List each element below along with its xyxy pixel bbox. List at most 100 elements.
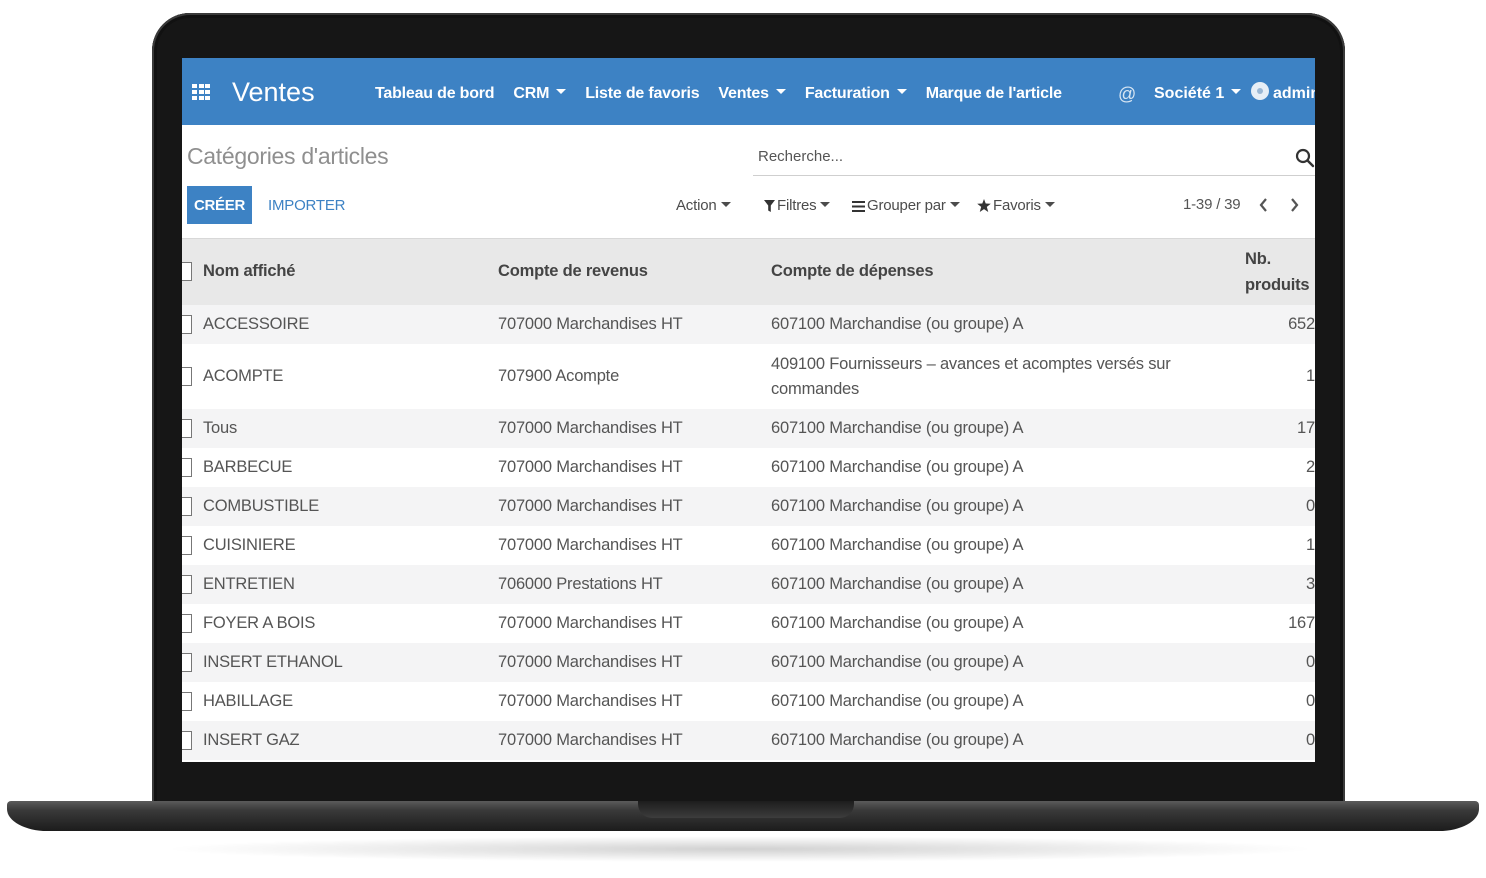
filters-label: Filtres [777,197,817,214]
cell-expense: 607100 Marchandise (ou groupe) A [771,574,1024,593]
nav-item-ventes[interactable]: Ventes [718,85,786,103]
row-select-cell [182,344,203,409]
row-select-cell [182,721,203,760]
cell-nb-products: 1 [1306,535,1315,554]
table-row[interactable]: HABILLAGE 707000 Marchandises HT 607100 Ma… [182,681,1315,721]
select-all-cell [182,239,203,305]
cell-expense: 409100 Fournisseurs – avances et acompte… [771,355,1171,398]
table-row[interactable]: BARBECUE 707000 Marchandises HT 607100 Mar… [182,447,1315,487]
nav-item-marque-de-l-article[interactable]: Marque de l'article [926,85,1062,103]
chevron-down-icon [1231,89,1242,95]
cell-expense: 607100 Marchandise (ou groupe) A [771,496,1024,515]
column-header-revenue[interactable]: Compte de revenus [498,239,771,305]
row-select-cell [182,565,203,604]
chevron-down-icon [949,201,960,207]
cell-nb-products: 17 [1297,418,1315,437]
page-title: Catégories d'articles [187,143,389,169]
main-menu: Tableau de bord CRM Liste de favoris Ventes… [375,85,1081,103]
row-checkbox[interactable] [182,691,192,711]
cell-expense: 607100 Marchandise (ou groupe) A [771,457,1024,476]
nb-products-label-line2: produits [1245,275,1310,294]
table-row[interactable]: INSERT ETHANOL 707000 Marchandises HT 6071… [182,642,1315,682]
user-menu[interactable]: admin [1273,85,1315,103]
table-row[interactable]: FOYER A BOIS 707000 Marchandises HT 607100… [182,603,1315,643]
row-checkbox[interactable] [182,496,192,516]
cell-nb-products: 3 [1306,574,1315,593]
cell-expense: 607100 Marchandise (ou groupe) A [771,613,1024,632]
company-switcher[interactable]: Société 1 [1154,85,1242,103]
nb-products-label-line1: Nb. [1245,249,1271,268]
table-row[interactable]: COMBUSTIBLE 707000 Marchandises HT 607100 … [182,486,1315,526]
row-checkbox[interactable] [182,613,192,633]
cell-nb-products: 1 [1306,366,1315,385]
at-icon[interactable]: @ [1118,84,1136,105]
cell-expense: 607100 Marchandise (ou groupe) A [771,652,1024,671]
column-header-name[interactable]: Nom affiché [203,239,498,305]
chevron-left-icon[interactable] [1256,196,1272,214]
cell-name: ACOMPTE [203,366,284,385]
row-checkbox[interactable] [182,457,192,477]
cell-revenue: 707900 Acompte [498,366,620,385]
table-header-row: Nom affiché Compte de revenus Compte de … [182,238,1315,305]
row-checkbox[interactable] [182,730,192,750]
row-checkbox[interactable] [182,574,192,594]
row-select-cell [182,409,203,448]
list-icon [852,201,865,212]
group-by-dropdown[interactable]: Grouper par [852,197,960,214]
table-row[interactable]: CUISINIERE 707000 Marchandises HT 607100 M… [182,525,1315,565]
cell-name: INSERT ETHANOL [203,652,343,671]
star-icon [977,199,991,212]
app-title[interactable]: Ventes [232,77,315,108]
table-row[interactable]: Tous 707000 Marchandises HT 607100 Marchan… [182,408,1315,448]
import-button[interactable]: IMPORTER [268,197,345,214]
apps-grid-icon[interactable] [192,84,210,100]
cell-nb-products: 0 [1306,652,1315,671]
select-all-checkbox[interactable] [182,262,192,282]
cell-expense: 607100 Marchandise (ou groupe) A [771,418,1024,437]
pager-value[interactable]: 1-39 / 39 [1183,196,1241,213]
group-by-label: Grouper par [867,197,946,214]
table-row[interactable]: INSERT GAZ 707000 Marchandises HT 607100 M… [182,720,1315,760]
search-icon[interactable] [1295,148,1315,168]
cell-name: ENTRETIEN [203,574,295,593]
nav-item-label: Marque de l'article [925,85,1062,102]
row-select-cell [182,682,203,721]
table-row[interactable]: ACCESSOIRE 707000 Marchandises HT 607100 M… [182,304,1315,344]
table-row[interactable]: ENTRETIEN 706000 Prestations HT 607100 Mar… [182,564,1315,604]
filters-dropdown[interactable]: Filtres [764,197,831,214]
search-input[interactable] [758,148,1278,165]
cell-revenue: 707000 Marchandises HT [498,613,683,632]
row-select-cell [182,526,203,565]
cell-name: FOYER A BOIS [203,613,316,632]
row-select-cell [182,305,203,344]
row-checkbox[interactable] [182,652,192,672]
nav-item-crm[interactable]: CRM [513,85,567,103]
cell-revenue: 707000 Marchandises HT [498,652,683,671]
favorites-label: Favoris [993,197,1041,214]
create-button[interactable]: CRÉER [187,186,252,224]
nav-item-liste-de-favoris[interactable]: Liste de favoris [585,85,699,103]
column-header-nb-products[interactable]: Nb. produits [1201,239,1315,305]
nav-item-label: Liste de favoris [585,85,700,102]
search-bar [753,143,1315,176]
favorites-dropdown[interactable]: Favoris [977,197,1055,214]
app-screen: Ventes Tableau de bord CRM Liste de favori… [182,58,1315,762]
nav-item-label: Facturation [804,85,890,102]
cell-revenue: 707000 Marchandises HT [498,691,683,710]
cell-name: CUISINIERE [203,535,296,554]
table-row[interactable]: ACOMPTE 707900 Acompte 409100 Fournisseurs… [182,343,1315,409]
action-dropdown[interactable]: Action [676,197,731,214]
nav-item-facturation[interactable]: Facturation [805,85,907,103]
nav-item-label: Tableau de bord [375,85,495,102]
column-header-expense[interactable]: Compte de dépenses [771,239,1201,305]
row-checkbox[interactable] [182,366,192,386]
row-checkbox[interactable] [182,535,192,555]
row-checkbox[interactable] [182,418,192,438]
chevron-right-icon[interactable] [1286,196,1302,214]
table-body: ACCESSOIRE 707000 Marchandises HT 607100 M… [182,304,1315,760]
avatar[interactable] [1251,82,1269,100]
cell-revenue: 707000 Marchandises HT [498,730,683,749]
chevron-down-icon [775,89,786,95]
row-checkbox[interactable] [182,314,192,334]
nav-item-tableau-de-bord[interactable]: Tableau de bord [375,85,495,103]
